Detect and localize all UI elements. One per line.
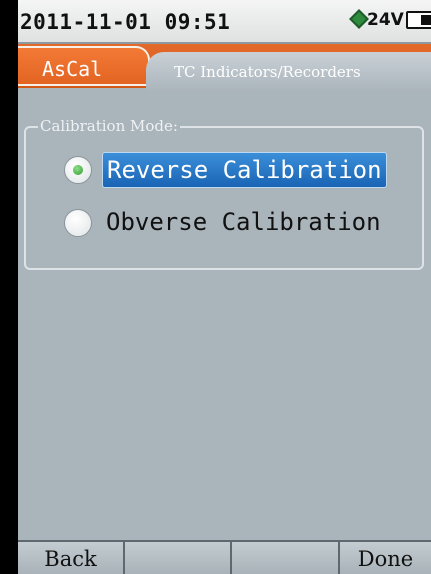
radio-option-reverse[interactable]: Reverse Calibration [58, 152, 408, 188]
voltage-readout: 24V [367, 10, 404, 30]
tab-ascal-label: AsCal [42, 57, 103, 81]
softkey-back[interactable]: Back [18, 542, 125, 574]
softkey-bar: Back Done [18, 540, 431, 574]
radio-label-obverse[interactable]: Obverse Calibration [102, 205, 385, 239]
softkey-3[interactable] [232, 542, 340, 574]
calibration-mode-legend: Calibration Mode: [38, 117, 180, 135]
status-bar: 2011-11-01 09:51 24V [18, 0, 431, 44]
radio-button-reverse[interactable] [64, 156, 92, 184]
datetime: 2011-11-01 09:51 [20, 10, 231, 34]
tab-ascal[interactable]: AsCal [18, 46, 150, 86]
device-screen: 2011-11-01 09:51 24V AsCal TC Indicators… [18, 0, 431, 574]
calibration-mode-group [24, 126, 424, 270]
softkey-2[interactable] [125, 542, 232, 574]
softkey-done[interactable]: Done [340, 542, 431, 574]
radio-selected-dot [73, 165, 83, 175]
tab-tc-indicators-label: TC Indicators/Recorders [174, 63, 361, 81]
radio-button-obverse[interactable] [64, 209, 92, 237]
radio-label-reverse[interactable]: Reverse Calibration [102, 152, 387, 188]
battery-icon [406, 11, 431, 29]
radio-option-obverse[interactable]: Obverse Calibration [58, 205, 408, 241]
